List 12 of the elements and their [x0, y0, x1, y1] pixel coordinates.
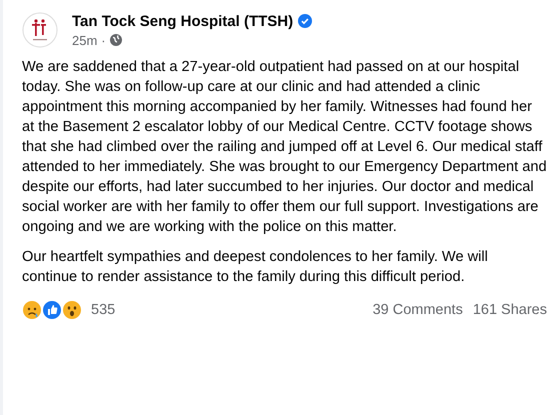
post-text: Our heartfelt sympathies and deepest condolences to her family. We will continue to render assistance to the family during this difficult period.: [22, 248, 489, 287]
shares-link[interactable]: 161 Shares: [472, 302, 547, 318]
author-name[interactable]: Tan Tock Seng Hospital (TTSH): [72, 12, 294, 30]
post-text: We are saddened that a 27-year-old outpatient had passed on at our hospital today. She was on follow-up care at our clinic and had attended a clinic appointment this morning accompanied by her family. Witnesses had found her at the Basement 2 escalator lobby of our Medical Centre. CCTV footage shows that she had climbed over the railing and jumped off at Level 6. Our medical staff attended to her immediately. She was brought to our Emergency Department and despite our efforts, had later succumbed to her injuries. Our doctor and medical social worker are with her family to offer them our full support. Investigations are ongoing and we are working with the police on this matter.: [22, 58, 547, 237]
like-icon: [42, 300, 62, 320]
comments-link[interactable]: 39 Comments: [372, 302, 463, 318]
separator-dot: ·: [101, 32, 106, 48]
sad-emoji-icon: [22, 300, 42, 320]
post-time[interactable]: 25m: [72, 32, 98, 48]
reaction-count[interactable]: 535: [91, 302, 116, 318]
wow-emoji-icon: [62, 300, 82, 320]
avatar[interactable]: [22, 12, 58, 48]
